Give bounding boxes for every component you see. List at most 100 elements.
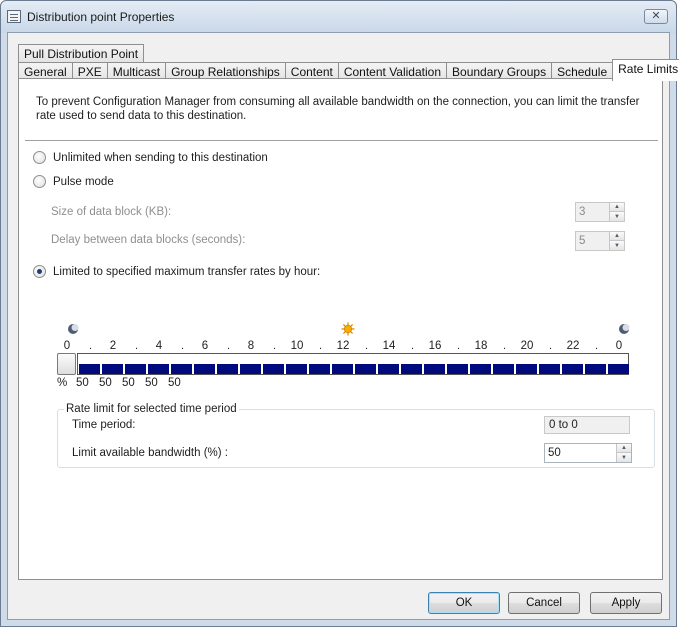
hour-tick-dot: . bbox=[181, 340, 185, 352]
ok-button[interactable]: OK bbox=[428, 592, 500, 614]
block-size-value: 3 bbox=[579, 206, 586, 218]
group-title: Rate limit for selected time period bbox=[64, 403, 239, 415]
hour-cell[interactable] bbox=[562, 364, 583, 374]
tab-pull-distribution-point[interactable]: Pull Distribution Point bbox=[18, 44, 145, 63]
hour-tick-dot: . bbox=[273, 340, 277, 352]
hour-label: 4 bbox=[155, 340, 163, 352]
percent-value: 50 bbox=[99, 377, 112, 389]
percent-value: 50 bbox=[76, 377, 89, 389]
limited-label: Limited to specified maximum transfer ra… bbox=[53, 265, 321, 278]
hour-cell[interactable] bbox=[194, 364, 215, 374]
hour-tick-dot: . bbox=[135, 340, 139, 352]
dialog-client: Pull Distribution Point General PXE Mult… bbox=[7, 32, 679, 620]
hour-cell[interactable] bbox=[424, 364, 445, 374]
hour-tick-dot: . bbox=[319, 340, 323, 352]
hour-label: 20 bbox=[520, 340, 534, 352]
up-arrow-icon: ▲ bbox=[610, 232, 624, 241]
tab-row-top: Pull Distribution Point bbox=[18, 44, 145, 63]
hour-label: 18 bbox=[474, 340, 488, 352]
hour-cell[interactable] bbox=[355, 364, 376, 374]
hour-cell[interactable] bbox=[493, 364, 514, 374]
hour-cell[interactable] bbox=[263, 364, 284, 374]
up-arrow-icon[interactable]: ▲ bbox=[617, 444, 631, 453]
hour-cell[interactable] bbox=[79, 364, 100, 374]
pulse-radio[interactable] bbox=[33, 175, 46, 188]
hour-cell[interactable] bbox=[608, 364, 629, 374]
separator bbox=[25, 140, 658, 141]
block-size-stepper: 3 ▲ ▼ bbox=[575, 202, 625, 222]
hour-cell[interactable] bbox=[171, 364, 192, 374]
dialog-window: Distribution point Properties ✕ Pull Dis… bbox=[0, 0, 679, 627]
limited-radio[interactable] bbox=[33, 265, 46, 278]
hour-label: 16 bbox=[428, 340, 442, 352]
hourly-schedule-grid[interactable] bbox=[77, 353, 629, 375]
hour-cell[interactable] bbox=[125, 364, 146, 374]
percent-select-button[interactable] bbox=[57, 353, 76, 375]
hour-tick-dot: . bbox=[227, 340, 231, 352]
rate-limit-group: Rate limit for selected time period Time… bbox=[57, 403, 655, 468]
hour-label: 14 bbox=[382, 340, 396, 352]
time-period-value: 0 to 0 bbox=[544, 416, 630, 434]
unlimited-radio[interactable] bbox=[33, 151, 46, 164]
hour-cell[interactable] bbox=[332, 364, 353, 374]
bandwidth-value[interactable]: 50 bbox=[548, 447, 561, 459]
hour-label: 8 bbox=[247, 340, 255, 352]
percent-value: 50 bbox=[145, 377, 158, 389]
hour-label: 22 bbox=[566, 340, 580, 352]
apply-button[interactable]: Apply bbox=[590, 592, 662, 614]
moon-icon bbox=[619, 324, 630, 334]
hour-tick-dot: . bbox=[365, 340, 369, 352]
hour-cell[interactable] bbox=[539, 364, 560, 374]
hour-tick-dot: . bbox=[411, 340, 415, 352]
bandwidth-label: Limit available bandwidth (%) : bbox=[72, 447, 228, 459]
hour-label: 0 bbox=[63, 340, 71, 352]
hour-label: 12 bbox=[336, 340, 350, 352]
hour-label: 6 bbox=[201, 340, 209, 352]
unlimited-label: Unlimited when sending to this destinati… bbox=[53, 151, 268, 164]
hour-cell[interactable] bbox=[102, 364, 123, 374]
hour-cell[interactable] bbox=[217, 364, 238, 374]
block-size-label: Size of data block (KB): bbox=[51, 206, 172, 218]
delay-stepper: 5 ▲ ▼ bbox=[575, 231, 625, 251]
hour-cell[interactable] bbox=[148, 364, 169, 374]
option-unlimited[interactable]: Unlimited when sending to this destinati… bbox=[33, 151, 268, 164]
title-bar[interactable]: Distribution point Properties ✕ bbox=[1, 1, 676, 33]
hour-label: 2 bbox=[109, 340, 117, 352]
hour-label: 0 bbox=[615, 340, 623, 352]
option-pulse[interactable]: Pulse mode bbox=[33, 175, 114, 188]
hour-tick-dot: . bbox=[457, 340, 461, 352]
hour-tick-dot: . bbox=[549, 340, 553, 352]
delay-label: Delay between data blocks (seconds): bbox=[51, 234, 246, 246]
down-arrow-icon: ▼ bbox=[610, 212, 624, 221]
tab-rate-limits[interactable]: Rate Limits bbox=[612, 59, 679, 81]
percent-label: % bbox=[57, 377, 68, 389]
hour-tick-dot: . bbox=[89, 340, 93, 352]
hour-cell[interactable] bbox=[286, 364, 307, 374]
percent-value: 50 bbox=[122, 377, 135, 389]
rate-limits-panel: To prevent Configuration Manager from co… bbox=[18, 78, 663, 580]
down-arrow-icon: ▼ bbox=[610, 241, 624, 250]
hour-cell[interactable] bbox=[516, 364, 537, 374]
time-period-label: Time period: bbox=[72, 419, 136, 431]
hour-cell[interactable] bbox=[585, 364, 606, 374]
hour-cell[interactable] bbox=[378, 364, 399, 374]
down-arrow-icon[interactable]: ▼ bbox=[617, 453, 631, 462]
close-button[interactable]: ✕ bbox=[644, 9, 668, 24]
hour-cell[interactable] bbox=[447, 364, 468, 374]
intro-text: To prevent Configuration Manager from co… bbox=[36, 96, 640, 122]
up-arrow-icon: ▲ bbox=[610, 203, 624, 212]
hour-cell[interactable] bbox=[470, 364, 491, 374]
bandwidth-stepper[interactable]: 50 ▲ ▼ bbox=[544, 443, 632, 463]
window-title: Distribution point Properties bbox=[27, 10, 175, 24]
hour-tick-dot: . bbox=[503, 340, 507, 352]
pulse-label: Pulse mode bbox=[53, 175, 114, 188]
hour-cell[interactable] bbox=[401, 364, 422, 374]
moon-icon bbox=[68, 324, 79, 334]
hour-cell[interactable] bbox=[309, 364, 330, 374]
option-limited[interactable]: Limited to specified maximum transfer ra… bbox=[33, 265, 320, 278]
hour-tick-dot: . bbox=[595, 340, 599, 352]
percent-value: 50 bbox=[168, 377, 181, 389]
hour-cell[interactable] bbox=[240, 364, 261, 374]
cancel-button[interactable]: Cancel bbox=[508, 592, 580, 614]
sun-icon bbox=[341, 322, 355, 336]
